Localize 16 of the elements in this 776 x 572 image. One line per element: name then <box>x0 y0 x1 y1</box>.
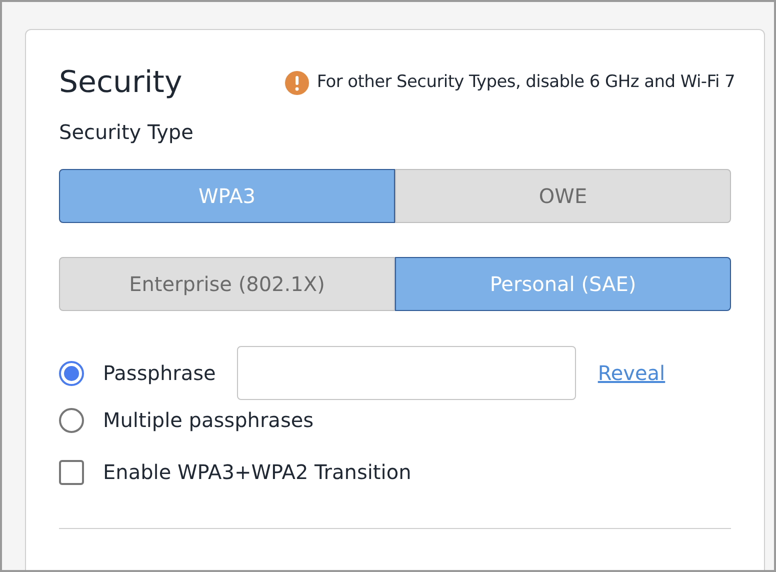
radio-label: Passphrase <box>103 360 216 387</box>
segment-tab[interactable]: WPA3 <box>59 169 395 223</box>
section-title: Security <box>59 64 182 102</box>
radio-label: Multiple passphrases <box>103 407 314 434</box>
radio-button[interactable] <box>59 360 84 386</box>
checkbox[interactable] <box>59 460 84 484</box>
radio-button[interactable] <box>59 408 84 432</box>
segment-tab[interactable]: Enterprise (802.1X) <box>59 257 395 311</box>
checkbox-label: Enable WPA3+WPA2 Transition <box>103 459 412 486</box>
passphrase-field[interactable] <box>236 346 576 400</box>
notice-text: For other Security Types, disable 6 GHz and Wi-Fi 7 <box>316 70 735 94</box>
segment-tab[interactable]: OWE <box>395 169 731 223</box>
segment-tab[interactable]: Personal (SAE) <box>395 257 731 311</box>
warning-icon <box>284 70 309 94</box>
reveal-link[interactable]: Reveal <box>598 358 666 388</box>
field-label: Security Type <box>59 119 194 146</box>
